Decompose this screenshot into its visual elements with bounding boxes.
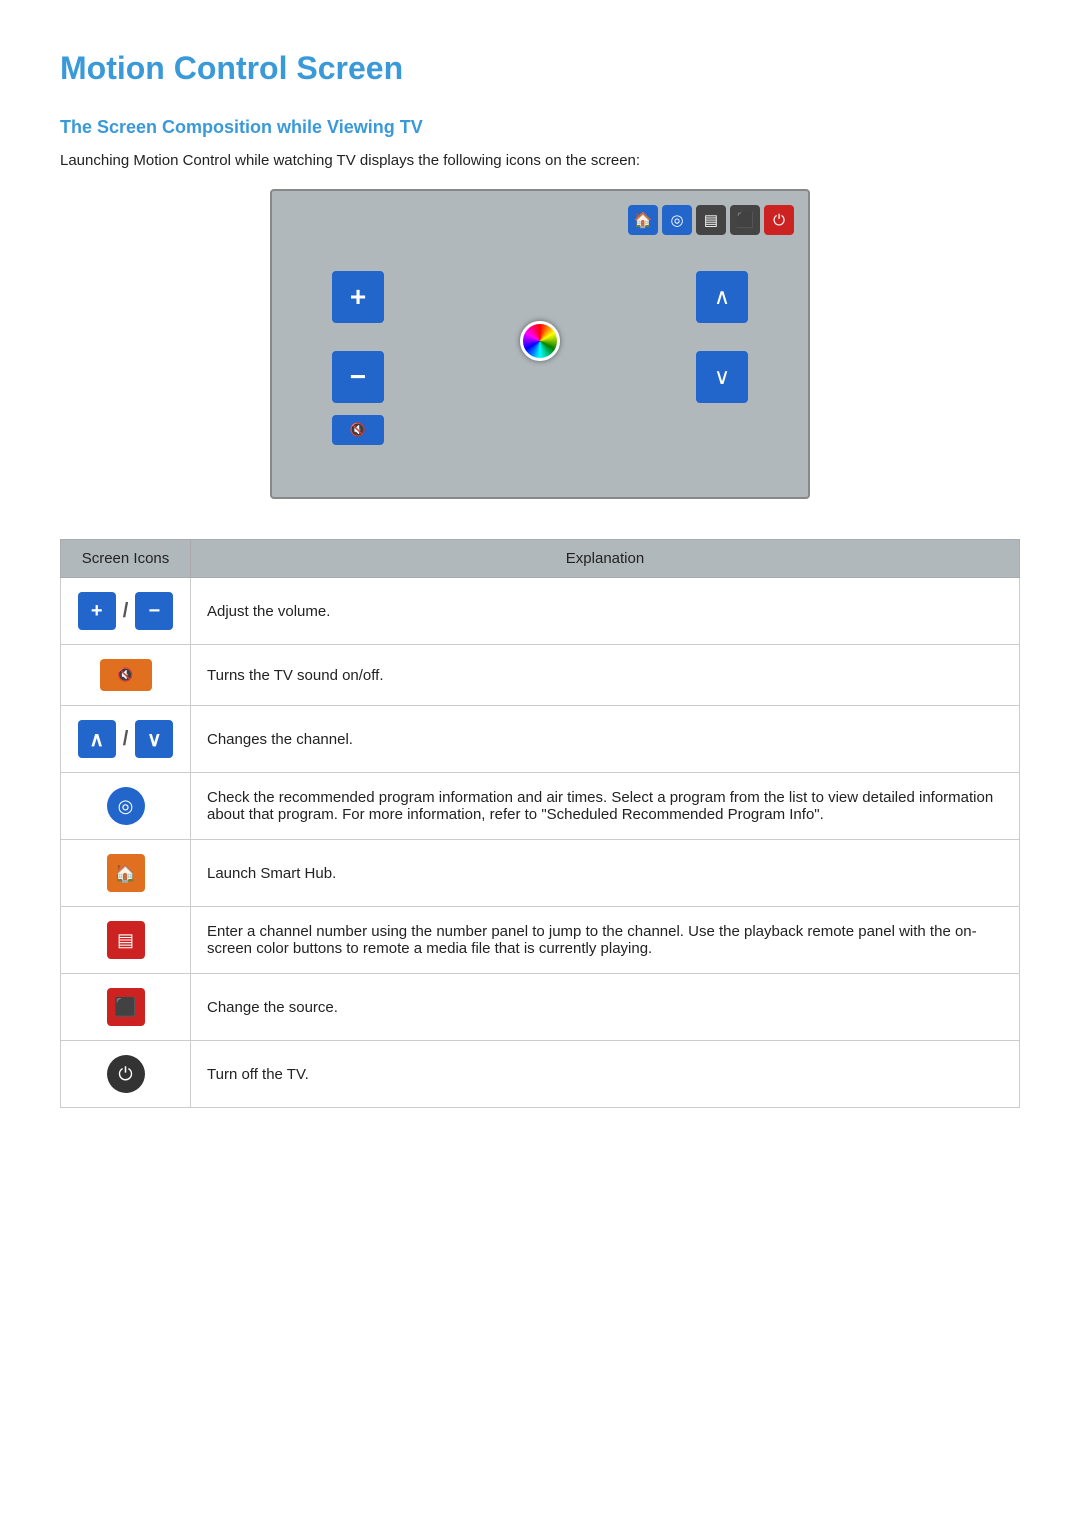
col-header-icons: Screen Icons <box>61 540 191 578</box>
icon-cell-power: ⏻ <box>61 1041 191 1108</box>
ch-down-icon: ∨ <box>135 720 173 758</box>
tv-channel-up-icon: ∧ <box>696 271 748 323</box>
table-row: ⏻ Turn off the TV. <box>61 1041 1020 1108</box>
tv-top-icons: 🏠 ◎ ▤ ⬛ ⏻ <box>628 205 794 235</box>
volume-icon-box: + / − <box>78 592 174 630</box>
explanation-cell-volume: Adjust the volume. <box>191 578 1020 645</box>
tv-channel-down-icon: ∨ <box>696 351 748 403</box>
vol-minus-icon: − <box>135 592 173 630</box>
number-panel-icon: ▤ <box>107 921 145 959</box>
tv-program-icon: ◎ <box>662 205 692 235</box>
tv-motion-cursor <box>520 321 560 361</box>
ch-up-icon: ∧ <box>78 720 116 758</box>
icon-cell-mute: 🔇 <box>61 645 191 706</box>
tv-vol-minus-icon: − <box>332 351 384 403</box>
program-info-icon: ◎ <box>107 787 145 825</box>
tv-number-icon: ▤ <box>696 205 726 235</box>
explanation-cell-number: Enter a channel number using the number … <box>191 907 1020 974</box>
slash-divider: / <box>123 600 129 623</box>
col-header-explanation: Explanation <box>191 540 1020 578</box>
explanation-cell-channel: Changes the channel. <box>191 706 1020 773</box>
page-title: Motion Control Screen <box>60 50 1020 87</box>
icon-cell-program: ◎ <box>61 773 191 840</box>
tv-smarthub-icon: 🏠 <box>628 205 658 235</box>
icon-cell-source: ⬛ <box>61 974 191 1041</box>
source-icon: ⬛ <box>107 988 145 1026</box>
table-row: ▤ Enter a channel number using the numbe… <box>61 907 1020 974</box>
tv-mute-icon: 🔇 <box>332 415 384 445</box>
tv-source-icon: ⬛ <box>730 205 760 235</box>
icon-cell-volume: + / − <box>61 578 191 645</box>
slash-divider: / <box>123 728 129 751</box>
table-row: ∧ / ∨ Changes the channel. <box>61 706 1020 773</box>
mute-icon: 🔇 <box>100 659 152 691</box>
explanation-cell-power: Turn off the TV. <box>191 1041 1020 1108</box>
table-row: ◎ Check the recommended program informat… <box>61 773 1020 840</box>
table-row: + / − Adjust the volume. <box>61 578 1020 645</box>
power-off-icon: ⏻ <box>107 1055 145 1093</box>
table-row: 🏠 Launch Smart Hub. <box>61 840 1020 907</box>
tv-power-icon: ⏻ <box>764 205 794 235</box>
section-subtitle: The Screen Composition while Viewing TV <box>60 117 1020 138</box>
icon-cell-number: ▤ <box>61 907 191 974</box>
tv-vol-plus-icon: + <box>332 271 384 323</box>
explanation-cell-smarthub: Launch Smart Hub. <box>191 840 1020 907</box>
tv-screen-inner: 🏠 ◎ ▤ ⬛ ⏻ + − 🔇 ∧ ∨ <box>272 191 808 497</box>
intro-text: Launching Motion Control while watching … <box>60 152 1020 169</box>
icons-table: Screen Icons Explanation + / − Adjust th… <box>60 539 1020 1108</box>
table-row: 🔇 Turns the TV sound on/off. <box>61 645 1020 706</box>
icon-cell-smarthub: 🏠 <box>61 840 191 907</box>
explanation-cell-source: Change the source. <box>191 974 1020 1041</box>
vol-plus-icon: + <box>78 592 116 630</box>
channel-icon-box: ∧ / ∨ <box>78 720 174 758</box>
icon-cell-channel: ∧ / ∨ <box>61 706 191 773</box>
explanation-cell-mute: Turns the TV sound on/off. <box>191 645 1020 706</box>
tv-screen-mockup: 🏠 ◎ ▤ ⬛ ⏻ + − 🔇 ∧ ∨ <box>270 189 810 499</box>
smarthub-icon: 🏠 <box>107 854 145 892</box>
explanation-cell-program: Check the recommended program informatio… <box>191 773 1020 840</box>
table-header-row: Screen Icons Explanation <box>61 540 1020 578</box>
table-row: ⬛ Change the source. <box>61 974 1020 1041</box>
